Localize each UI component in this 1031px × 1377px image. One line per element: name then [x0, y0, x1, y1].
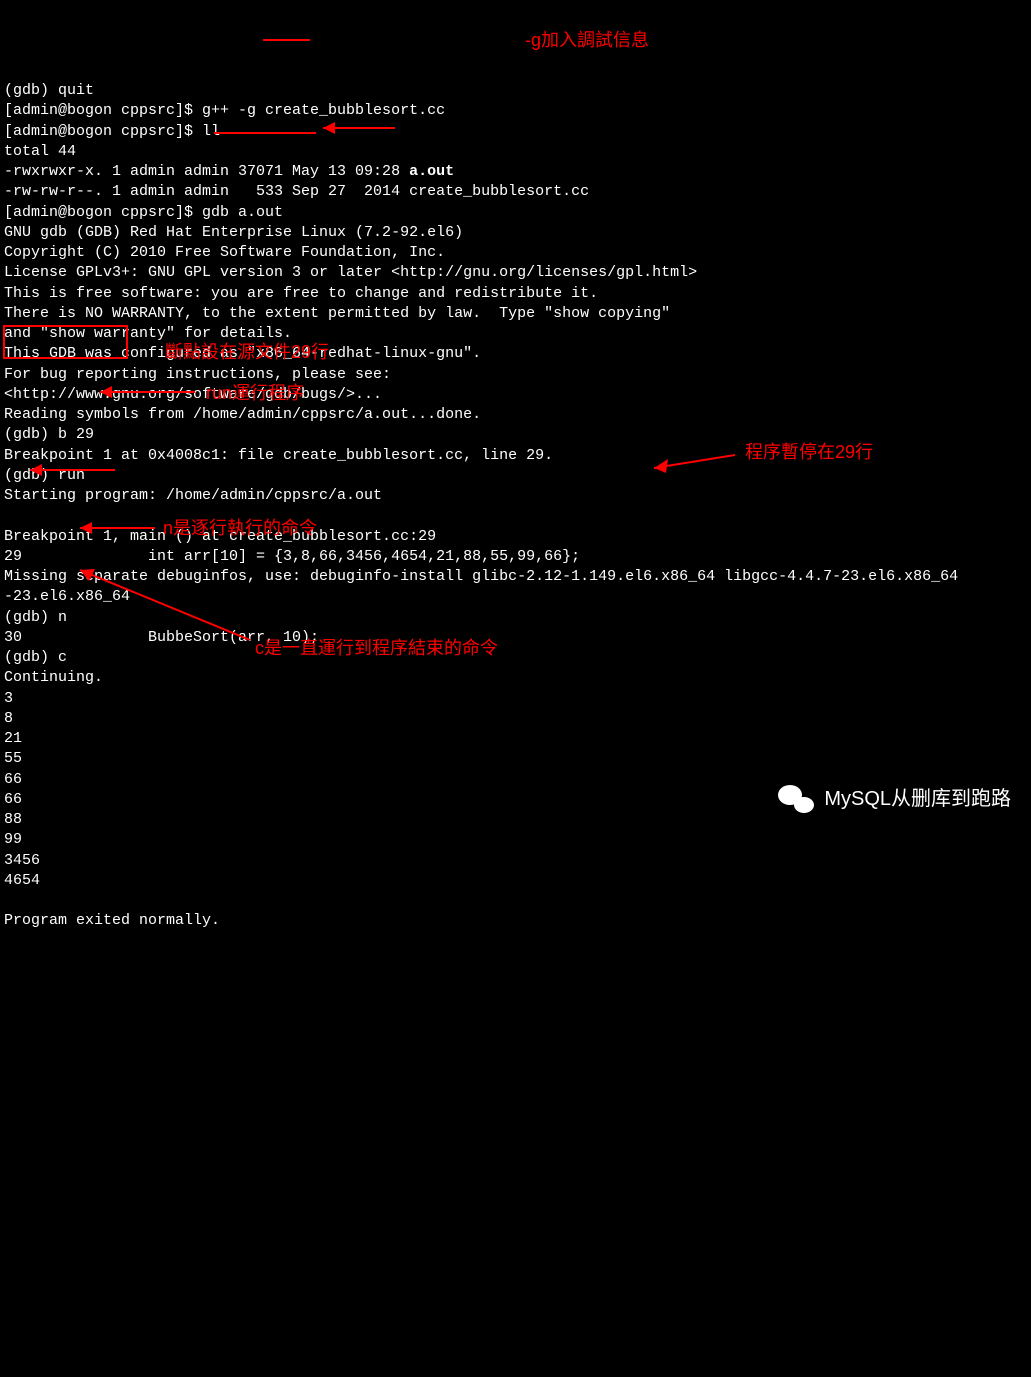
terminal-line: -rw-rw-r--. 1 admin admin 533 Sep 27 201…: [4, 182, 1027, 202]
terminal-line: [4, 891, 1027, 911]
terminal-line: 4654: [4, 871, 1027, 891]
terminal-line: [admin@bogon cppsrc]$ gdb a.out: [4, 203, 1027, 223]
terminal-line: <http://www.gnu.org/software/gdb/bugs/>.…: [4, 385, 1027, 405]
terminal-line: Program exited normally.: [4, 911, 1027, 931]
terminal-line: License GPLv3+: GNU GPL version 3 or lat…: [4, 263, 1027, 283]
terminal-line: This GDB was configured as "x86_64-redha…: [4, 344, 1027, 364]
terminal-line: This is free software: you are free to c…: [4, 284, 1027, 304]
terminal-line: Copyright (C) 2010 Free Software Foundat…: [4, 243, 1027, 263]
terminal-line: 55: [4, 749, 1027, 769]
terminal-line: 3: [4, 689, 1027, 709]
terminal-line: 8: [4, 709, 1027, 729]
annotation-n-cmd: n是逐行執行的命令: [163, 516, 317, 540]
terminal-line: 29 int arr[10] = {3,8,66,3456,4654,21,88…: [4, 547, 1027, 567]
annotation-pause29: 程序暫停在29行: [745, 440, 873, 464]
terminal-line: Continuing.: [4, 668, 1027, 688]
terminal-line: and "show warranty" for details.: [4, 324, 1027, 344]
terminal-line: Breakpoint 1, main () at create_bubbleso…: [4, 527, 1027, 547]
terminal-line: [4, 506, 1027, 526]
terminal-line: -23.el6.x86_64: [4, 587, 1027, 607]
terminal-line: Starting program: /home/admin/cppsrc/a.o…: [4, 486, 1027, 506]
terminal-line: total 44: [4, 142, 1027, 162]
terminal-line: (gdb) b 29: [4, 425, 1027, 445]
wechat-text: MySQL从删库到跑路: [824, 786, 1011, 813]
terminal-line: 99: [4, 830, 1027, 850]
terminal-line: (gdb) c: [4, 648, 1027, 668]
wechat-icon: [778, 785, 814, 813]
terminal-line: For bug reporting instructions, please s…: [4, 365, 1027, 385]
wechat-watermark: MySQL从删库到跑路: [778, 785, 1011, 813]
terminal-line: (gdb) run: [4, 466, 1027, 486]
terminal-line: There is NO WARRANTY, to the extent perm…: [4, 304, 1027, 324]
terminal-line: Missing separate debuginfos, use: debugi…: [4, 567, 1027, 587]
terminal-line: [admin@bogon cppsrc]$ g++ -g create_bubb…: [4, 101, 1027, 121]
terminal-line: 21: [4, 729, 1027, 749]
terminal-line: (gdb) n: [4, 608, 1027, 628]
terminal-line: 30 BubbeSort(arr, 10);: [4, 628, 1027, 648]
annotation-c-cmd: c是一直運行到程序結束的命令: [255, 636, 498, 660]
terminal-line: [admin@bogon cppsrc]$ ll: [4, 122, 1027, 142]
annotation-run: run運行程序: [206, 381, 304, 405]
terminal-line: Breakpoint 1 at 0x4008c1: file create_bu…: [4, 446, 1027, 466]
annotation-g-flag: -g加入調試信息: [525, 28, 649, 52]
terminal-line: Reading symbols from /home/admin/cppsrc/…: [4, 405, 1027, 425]
terminal-line: GNU gdb (GDB) Red Hat Enterprise Linux (…: [4, 223, 1027, 243]
terminal-line: 3456: [4, 851, 1027, 871]
terminal-line: 88: [4, 810, 1027, 830]
terminal-line: -rwxrwxr-x. 1 admin admin 37071 May 13 0…: [4, 162, 1027, 182]
terminal-line: (gdb) quit: [4, 81, 1027, 101]
annotation-breakpoint: 斷點設在源文件29行: [165, 340, 329, 364]
